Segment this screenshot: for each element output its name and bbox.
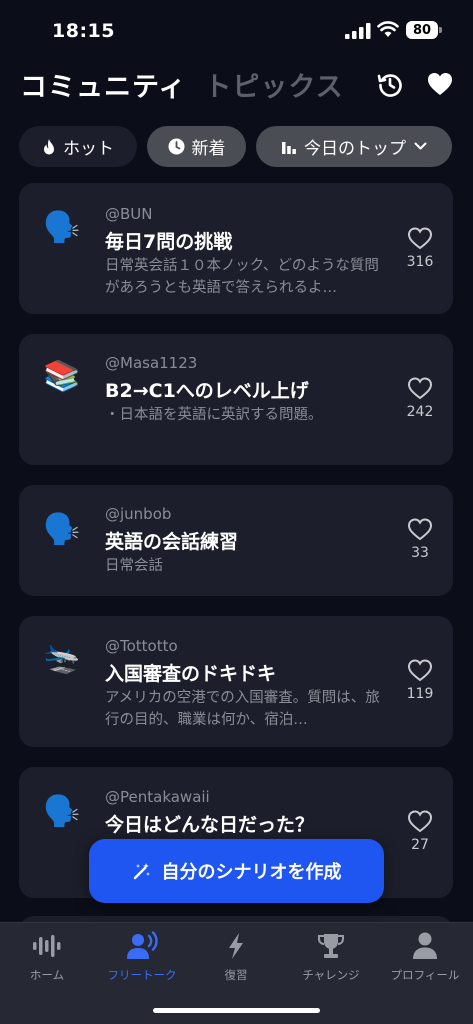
cellular-signal-icon [345, 23, 371, 39]
bar-chart-icon [282, 141, 296, 154]
community-screen: 18:15 80 コミュニティ トピックス ホット 新着 今日のトップ 🗣️ @… [0, 0, 473, 1024]
battery-icon: 80 [406, 21, 438, 39]
like-count: 33 [411, 545, 429, 561]
scenario-card[interactable]: 🛬 @Tottotto 入国審査のドキドキ アメリカの空港での入国審査。質問は、… [19, 616, 453, 747]
lightning-bolt-icon [229, 933, 243, 959]
like-heart-icon[interactable] [407, 809, 433, 833]
card-title: 毎日7問の挑戦 [105, 231, 233, 253]
card-author: @BUN [105, 205, 153, 223]
nav-home-label: ホーム [29, 968, 65, 982]
card-description: アメリカの空港での入国審査。質問は、旅行の目的、職業は何か、宿泊… [105, 690, 380, 728]
nav-profile-label: プロフィール [390, 968, 460, 982]
like-heart-icon[interactable] [407, 517, 433, 541]
card-author: @junbob [105, 505, 172, 523]
like-heart-icon[interactable] [407, 658, 433, 682]
nav-profile[interactable]: プロフィール [378, 931, 472, 983]
speaking-head-icon: 🗣️ [43, 210, 81, 245]
card-description: ・日本語を英語に英訳する問題。 [105, 407, 323, 423]
chevron-down-icon [414, 142, 427, 150]
like-count: 242 [406, 404, 434, 420]
status-time: 18:15 [52, 20, 115, 42]
like-count: 316 [406, 254, 434, 270]
speaking-person-icon [127, 931, 158, 959]
scenario-card[interactable]: 🗣️ @BUN 毎日7問の挑戦 日常英会話１０本ノック、どのような質問があろうと… [19, 183, 453, 314]
card-title: 今日はどんな日だった？ [105, 814, 315, 836]
battery-tip [439, 27, 442, 33]
filter-new-label: 新着 [191, 139, 226, 159]
filter-hot-chip[interactable]: ホット [19, 126, 137, 167]
clock-icon [168, 138, 184, 155]
home-indicator [153, 1008, 320, 1013]
flame-icon [44, 138, 54, 154]
sound-wave-icon [33, 935, 61, 957]
nav-free-talk[interactable]: フリートーク [95, 931, 189, 983]
filter-top-label: 今日のトップ [304, 139, 406, 159]
nav-challenge[interactable]: チャレンジ [284, 931, 378, 983]
card-author: @Pentakawaii [105, 788, 210, 806]
scenario-card[interactable]: 🗣️ @junbob 英語の会話練習 日常会話 33 [19, 485, 453, 596]
status-bar: 18:15 80 [0, 0, 473, 60]
card-author: @Tottotto [105, 637, 178, 655]
filter-new-chip[interactable]: 新着 [147, 126, 246, 167]
magic-wand-icon [133, 863, 150, 880]
nav-home[interactable]: ホーム [0, 931, 94, 983]
battery-level: 80 [412, 22, 432, 38]
like-count: 119 [406, 686, 434, 702]
card-title: 英語の会話練習 [105, 531, 239, 553]
wifi-icon [377, 21, 399, 37]
filter-hot-label: ホット [63, 139, 114, 159]
scenario-card[interactable]: 📚 @Masa1123 B2→C1へのレベル上げ ・日本語を英語に英訳する問題。… [19, 334, 453, 465]
speaking-head-icon: 🗣️ [43, 512, 81, 547]
person-icon [413, 932, 437, 959]
nav-challenge-label: チャレンジ [302, 968, 360, 982]
card-author: @Masa1123 [105, 354, 198, 372]
history-icon[interactable] [376, 70, 404, 98]
trophy-icon [318, 934, 344, 958]
create-scenario-label: 自分のシナリオを作成 [161, 862, 342, 883]
create-scenario-button[interactable]: 自分のシナリオを作成 [89, 839, 384, 903]
nav-free-talk-label: フリートーク [107, 968, 177, 982]
airplane-arriving-icon: 🛬 [43, 641, 81, 676]
nav-review[interactable]: 復習 [189, 931, 283, 983]
header-tabs: コミュニティ トピックス [20, 64, 344, 104]
like-count: 27 [411, 837, 429, 853]
favorites-heart-icon[interactable] [426, 70, 454, 98]
books-icon: 📚 [43, 359, 81, 394]
tab-topics[interactable]: トピックス [204, 65, 343, 104]
card-title: B2→C1へのレベル上げ [105, 380, 309, 402]
card-description: 日常会話 [105, 558, 163, 574]
like-heart-icon[interactable] [407, 226, 433, 250]
filter-top-dropdown[interactable]: 今日のトップ [256, 126, 452, 167]
nav-review-label: 復習 [224, 968, 248, 982]
speaking-head-icon: 🗣️ [43, 794, 81, 829]
card-title: 入国審査のドキドキ [105, 663, 277, 685]
card-description: 日常英会話１０本ノック、どのような質問があろうとも英語で答えられるよ… [105, 258, 379, 296]
like-heart-icon[interactable] [407, 376, 433, 400]
tab-community[interactable]: コミュニティ [20, 65, 186, 104]
